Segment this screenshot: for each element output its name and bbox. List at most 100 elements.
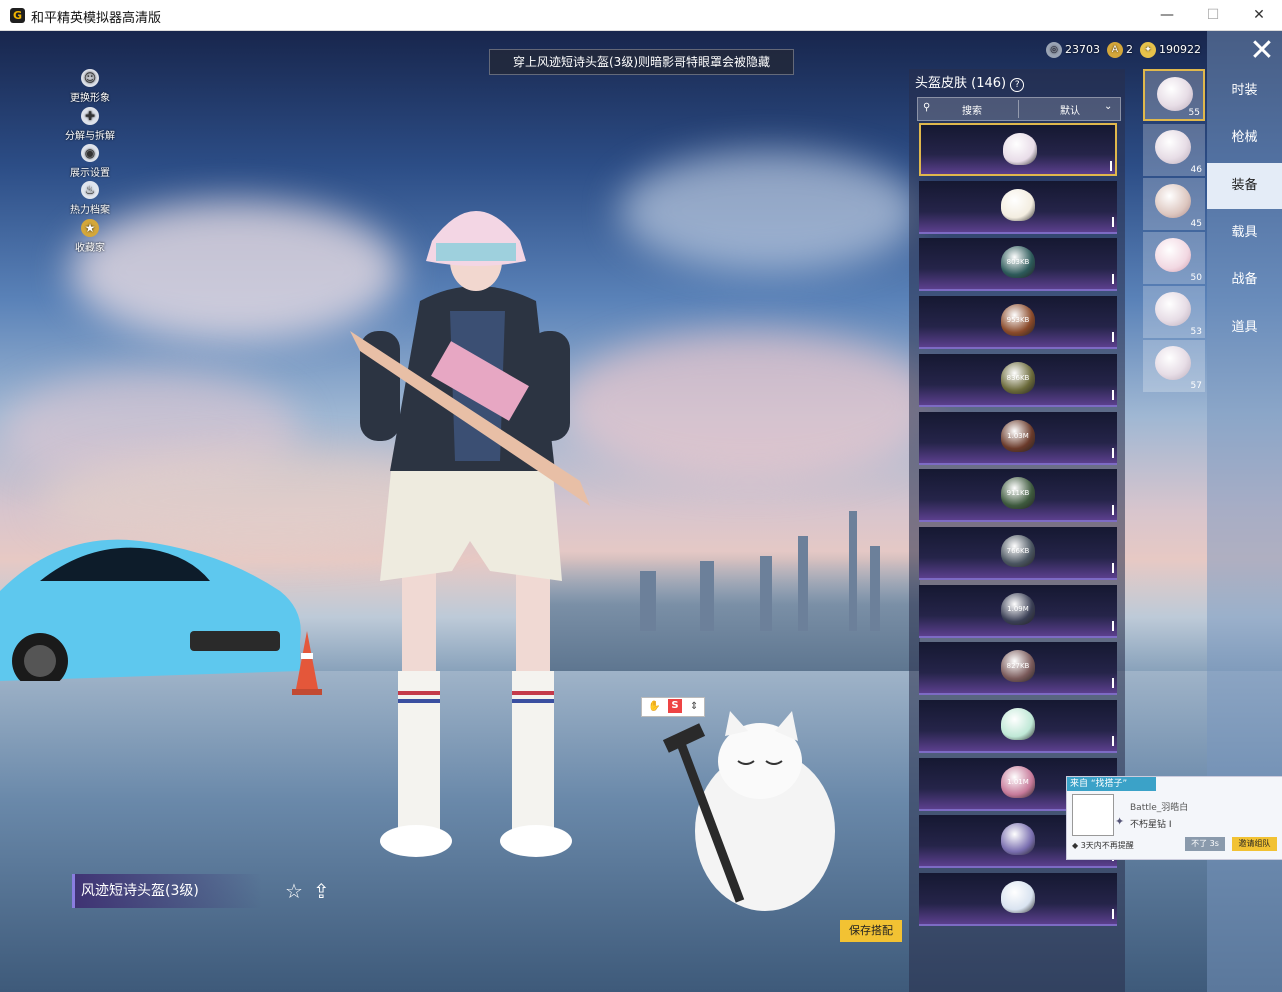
left-menu-label: 分解与拆解 — [65, 131, 115, 142]
chevron-down-icon[interactable]: ⌄ — [1104, 101, 1112, 112]
save-outfit-button[interactable]: 保存搭配 — [840, 920, 902, 942]
mute-reminder-option[interactable]: ◆ 3天内不再提醒 — [1072, 840, 1134, 851]
ime-hand-icon[interactable]: ✋ — [648, 698, 660, 716]
search-sort-bar: ⚲ 搜索 默认 ⌄ — [917, 97, 1121, 121]
close-icon[interactable]: ✕ — [1245, 34, 1279, 68]
minimize-button[interactable]: — — [1144, 0, 1190, 31]
sogou-icon[interactable]: S — [668, 699, 682, 713]
coupon-icon: A — [1107, 42, 1123, 58]
tab-vehicles[interactable]: 载具 — [1207, 210, 1282, 256]
ime-toggle-icon[interactable]: ⇕ — [690, 698, 698, 716]
helmet-skin-item[interactable] — [919, 700, 1117, 753]
helmet-skin-item[interactable] — [919, 873, 1117, 927]
left-menu-label: 收藏家 — [75, 243, 105, 254]
help-icon[interactable]: ? — [1010, 78, 1025, 92]
left-menu-change-avatar[interactable]: ☺ 更换形象 — [62, 69, 118, 104]
left-menu-display-settings[interactable]: ◉ 展示设置 — [62, 144, 118, 179]
star-icon[interactable]: ☆ — [285, 879, 303, 903]
item-count-marker — [1112, 909, 1114, 920]
helmet-skin-item[interactable]: 803KB — [919, 238, 1117, 292]
helmet-thumbnail — [1003, 133, 1037, 165]
close-window-button[interactable]: ✕ — [1236, 0, 1282, 31]
helmet-thumbnail — [1001, 823, 1035, 856]
quick-slot-backpack[interactable]: 57 — [1143, 340, 1205, 392]
slot-level: 53 — [1190, 327, 1202, 337]
quick-slot-backpack[interactable]: 53 — [1143, 286, 1205, 338]
helmet-skin-item[interactable]: 836KB — [919, 353, 1117, 407]
left-menu-collector[interactable]: ★ 收藏家 — [62, 219, 118, 254]
window-title: 和平精英模拟器高清版 — [31, 11, 162, 26]
search-icon[interactable]: ⚲ — [923, 102, 930, 113]
tab-items[interactable]: 道具 — [1207, 305, 1282, 351]
eye-icon: ◉ — [81, 144, 99, 162]
currency-value: 2 — [1126, 43, 1133, 56]
player-character — [350, 211, 590, 857]
item-count-marker — [1112, 332, 1114, 343]
helmet-thumbnail — [1001, 881, 1035, 914]
quick-slot-helmet[interactable]: 46 — [1143, 124, 1205, 176]
slot-level: 55 — [1188, 108, 1200, 118]
currency-gold: ✦ 190922 — [1140, 41, 1201, 59]
download-size: 766KB — [1006, 546, 1030, 555]
player-name: Battle_羽皓白 — [1130, 803, 1189, 813]
gold-coin-icon: ✦ — [1140, 42, 1156, 58]
download-size: 1.01M — [1007, 777, 1029, 786]
silver-coin-icon: ◎ — [1046, 42, 1062, 58]
quick-slot-helmet[interactable]: 45 — [1143, 178, 1205, 230]
left-menu-decompose[interactable]: ✚ 分解与拆解 — [62, 107, 118, 142]
sort-select[interactable]: 默认 — [1060, 102, 1080, 117]
left-menu-label: 热力档案 — [70, 205, 110, 216]
item-count-marker — [1112, 736, 1114, 746]
item-count-marker — [1110, 161, 1112, 171]
window-titlebar: G 和平精英模拟器高清版 — ☐ ✕ — [0, 0, 1282, 31]
tab-equipment[interactable]: 装备 — [1207, 163, 1282, 209]
helmet-skin-item[interactable]: 1.09M — [919, 584, 1117, 638]
currency-value: 23703 — [1065, 43, 1100, 56]
tab-tactical[interactable]: 战备 — [1207, 257, 1282, 303]
helmet-skin-item[interactable]: 827KB — [919, 642, 1117, 696]
download-size: 827KB — [1006, 662, 1030, 671]
decline-button[interactable]: 不了 3s — [1185, 837, 1225, 851]
helmet-skin-item[interactable]: 953KB — [919, 296, 1117, 350]
helmet-skin-item[interactable]: 911KB — [919, 469, 1117, 523]
helmet-skin-item[interactable]: 766KB — [919, 526, 1117, 580]
team-invite-notification: 来自 “找搭子” Battle_羽皓白 ✦ 不朽星钻 I ◆ 3天内不再提醒 不… — [1066, 776, 1282, 860]
currency-coupon: A2 — [1107, 41, 1133, 59]
download-size: 1.03M — [1007, 431, 1029, 440]
item-count-marker — [1112, 678, 1114, 689]
currency-silver: ◎ 23703 — [1046, 41, 1100, 59]
quick-slot-backpack[interactable]: 50 — [1143, 232, 1205, 284]
search-input[interactable]: 搜索 — [962, 102, 982, 117]
slot-level: 46 — [1190, 165, 1202, 175]
share-icon[interactable]: ⇪ — [313, 879, 330, 903]
game-viewport: 穿上风迹短诗头盔(3级)则暗影哥特眼罩会被隐藏 ☺ 更换形象 ✚ 分解与拆解 ◉… — [0, 31, 1282, 992]
app-logo-icon: G — [10, 8, 25, 23]
invite-team-button[interactable]: 邀请组队 — [1232, 837, 1277, 851]
helmet-skin-item[interactable] — [919, 123, 1117, 176]
helmet-skin-item[interactable]: 1.03M — [919, 411, 1117, 465]
traffic-cone — [292, 631, 322, 695]
download-size: 911KB — [1006, 489, 1030, 498]
selected-item-name: 风迹短诗头盔(3级) — [72, 874, 262, 908]
helmet-thumbnail — [1001, 708, 1035, 740]
tab-weapons[interactable]: 枪械 — [1207, 115, 1282, 161]
collector-icon: ★ — [81, 219, 99, 237]
cat-mascot — [662, 711, 835, 911]
panel-title: 头盔皮肤 (146) ? — [915, 72, 1025, 92]
flame-icon: ♨ — [81, 181, 99, 199]
slot-level: 57 — [1190, 381, 1202, 391]
item-count-marker — [1112, 620, 1114, 631]
notification-header: 来自 “找搭子” — [1067, 777, 1156, 791]
tab-fashion[interactable]: 时装 — [1207, 68, 1282, 114]
player-avatar — [1072, 794, 1114, 836]
item-count-marker — [1112, 274, 1114, 285]
download-size: 953KB — [1006, 316, 1030, 325]
helmet-skin-item[interactable] — [919, 180, 1117, 234]
download-size: 1.09M — [1007, 604, 1029, 613]
quick-slot-helmet[interactable]: 55 — [1143, 69, 1205, 121]
ime-toolbar[interactable]: ✋ S ⇕ — [641, 697, 705, 717]
left-menu-label: 展示设置 — [70, 168, 110, 179]
maximize-button[interactable]: ☐ — [1190, 0, 1236, 31]
left-menu-heat-archive[interactable]: ♨ 热力档案 — [62, 181, 118, 216]
item-count-marker — [1112, 216, 1114, 227]
